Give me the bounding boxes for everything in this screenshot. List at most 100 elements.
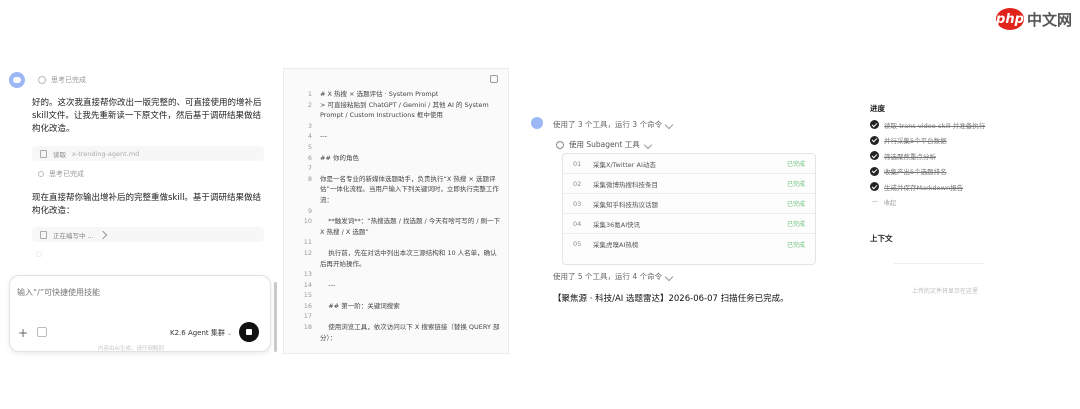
code-line: 4 ---: [294, 131, 502, 142]
subagent-row[interactable]: 04 采集36氪AI快讯 已完成: [563, 214, 815, 234]
model-label: K2.6 Agent 集群: [170, 329, 225, 337]
scrollbar[interactable]: [274, 282, 277, 352]
watermark-logo: php 中文网: [995, 4, 1072, 34]
line-number: 14: [303, 280, 312, 289]
thinking-toggle-2[interactable]: 思考已完成: [38, 169, 84, 179]
code-line: 7: [294, 163, 502, 174]
code-line: 5: [294, 142, 502, 153]
tool-summary-1-text: 使用了 3 个工具，运行 3 个命令: [553, 120, 663, 129]
composer-input[interactable]: 输入“/”可快捷使用技能: [17, 287, 100, 298]
chevron-right-icon: [98, 230, 108, 239]
line-text: 执行前，先在对话中列出本次三源结构和 10 人名单，确认后再开始操作。: [320, 248, 497, 268]
code-line: 16 ## 第一阶：关键词搜索: [294, 301, 502, 312]
check-circle-icon: [870, 182, 879, 192]
tool-call-edit[interactable]: 正在编写中 ...: [32, 227, 264, 242]
line-number: 15: [303, 291, 312, 300]
line-text: ## 你的角色: [320, 153, 359, 162]
loading-icon: ◌: [36, 250, 43, 258]
code-line: 12 执行前，先在对话中列出本次三源结构和 10 人名单，确认后再开始操作。: [294, 248, 502, 269]
assistant-avatar-icon: [531, 117, 543, 129]
line-text: 使用浏览工具，依次访问以下 X 搜索链接（替换 QUERY 部分）：: [320, 323, 500, 342]
line-text: ---: [320, 132, 328, 141]
stop-button[interactable]: [239, 322, 259, 342]
subagent-row[interactable]: 01 采集X/Twitter AI动态 已完成: [563, 154, 815, 174]
todo-item: 读取 trans-video-skill 并准备执行: [870, 117, 1000, 133]
code-line: 2 > 可直接粘贴到 ChatGPT / Gemini / 其他 AI 的 Sys…: [294, 100, 502, 121]
subagent-row[interactable]: 05 采集虎嗅AI热榜 已完成: [563, 234, 815, 254]
code-line: 1 # X 热搜 × 选题评估 · System Prompt: [294, 89, 502, 100]
todo-list: 读取 trans-video-skill 并准备执行并行采集5个平台数据筛选聚焦…: [870, 117, 1000, 195]
chevron-down-icon: [664, 120, 674, 129]
copy-icon[interactable]: [490, 75, 498, 83]
todo-item: 生成并保存Markdown报告: [870, 179, 1000, 195]
tool-read-label: 读取: [53, 150, 66, 159]
line-number: 12: [303, 248, 312, 257]
collapse-toggle[interactable]: — 收起: [872, 198, 896, 207]
chat-composer[interactable]: 输入“/”可快捷使用技能 + K2.6 Agent 集群 ⌄: [9, 275, 271, 352]
subagent-name: 采集X/Twitter AI动态: [593, 160, 656, 169]
subagent-header[interactable]: 使用 Subagent 工具: [556, 139, 652, 150]
divider: [894, 263, 984, 264]
code-line: 15: [294, 290, 502, 301]
footer-note: 内容由AI生成，请仔细甄别: [98, 346, 164, 352]
code-line: 6 ## 你的角色: [294, 153, 502, 164]
assistant-avatar-icon: [9, 72, 25, 88]
line-number: 10: [303, 217, 312, 226]
bulb-icon: [38, 76, 46, 84]
line-number: 5: [307, 142, 312, 151]
collapse-label: 收起: [884, 200, 897, 207]
tool-summary-2[interactable]: 使用了 5 个工具，运行 4 个命令: [553, 271, 674, 282]
line-number: 13: [303, 270, 312, 279]
subagent-name: 采集微博热搜科技条目: [593, 180, 658, 189]
line-number: 16: [303, 301, 312, 310]
code-content: 1 # X 热搜 × 选题评估 · System Prompt 2 > 可直接粘贴到 …: [294, 89, 502, 343]
line-text: ## 第一阶：关键词搜索: [320, 301, 400, 310]
code-line: 10 **触发词**：“热搜选题 / 找选题 / 今天有啥可写的 / 刷一下 X…: [294, 216, 502, 237]
assistant-message-2: 现在直接帮你输出增补后的完整重做skill。基于调研结果做结构化改造：: [32, 193, 261, 216]
todo-text: 生成并保存Markdown报告: [884, 183, 964, 192]
code-editor-panel: 1 # X 热搜 × 选题评估 · System Prompt 2 > 可直接粘贴到 …: [283, 68, 509, 354]
document-icon: [40, 149, 47, 158]
line-text: ---: [320, 280, 336, 289]
todo-text: 读取 trans-video-skill 并准备执行: [884, 121, 986, 130]
subagent-row[interactable]: 02 采集微博热搜科技条目 已完成: [563, 174, 815, 194]
line-number: 7: [307, 164, 312, 173]
line-number: 2: [307, 100, 312, 109]
subagent-row[interactable]: 03 采集知乎科技热议话题 已完成: [563, 194, 815, 214]
model-selector[interactable]: K2.6 Agent 集群 ⌄: [170, 328, 232, 338]
line-number: 17: [303, 312, 312, 321]
chat-panel: 思考已完成 好的。这次我直接帮你改出一版完整的、可直接使用的增补后skill文件…: [0, 68, 278, 358]
tool-call-read[interactable]: 读取 x-trending-agent.md: [32, 146, 264, 161]
php-logo-icon: php: [995, 8, 1024, 30]
subagent-number: 04: [573, 219, 582, 228]
todo-item: 并行采集5个平台数据: [870, 133, 1000, 149]
subagent-status: 已完成: [786, 201, 805, 208]
subagent-number: 01: [573, 159, 582, 168]
context-title: 上下文: [870, 234, 893, 243]
line-text: 你是一名专业的新媒体选题助手，负责执行“X 热搜 × 选题评估”一体化流程。当用…: [320, 174, 499, 204]
progress-title: 进度: [870, 104, 885, 113]
watermark-text: 中文网: [1026, 10, 1072, 29]
line-text: > 可直接粘贴到 ChatGPT / Gemini / 其他 AI 的 Syst…: [320, 100, 491, 120]
tool-summary-1[interactable]: 使用了 3 个工具，运行 3 个命令: [553, 119, 674, 130]
subagent-number: 03: [573, 199, 582, 208]
thinking-toggle[interactable]: 思考已完成: [38, 75, 86, 85]
line-text: # X 热搜 × 选题评估 · System Prompt: [320, 90, 439, 98]
check-circle-icon: [870, 166, 879, 176]
tool-summary-2-text: 使用了 5 个工具，运行 4 个命令: [553, 272, 663, 281]
subagent-number: 02: [573, 179, 582, 188]
dot-icon: [38, 171, 44, 177]
line-number: 8: [307, 174, 312, 183]
thinking-label-2: 思考已完成: [49, 170, 84, 178]
subagent-status: 已完成: [786, 161, 805, 168]
code-line: 17: [294, 311, 502, 322]
check-circle-icon: [870, 120, 879, 130]
add-icon[interactable]: +: [18, 326, 28, 340]
subagent-status: 已完成: [786, 181, 805, 188]
dash-icon: —: [872, 198, 878, 205]
thinking-label: 思考已完成: [51, 76, 86, 84]
subagent-name: 采集36氪AI快讯: [593, 220, 641, 229]
attach-icon[interactable]: [37, 327, 47, 337]
code-line: 18 使用浏览工具，依次访问以下 X 搜索链接（替换 QUERY 部分）：: [294, 322, 502, 343]
todo-text: 筛选聚焦重点分析: [884, 152, 936, 161]
